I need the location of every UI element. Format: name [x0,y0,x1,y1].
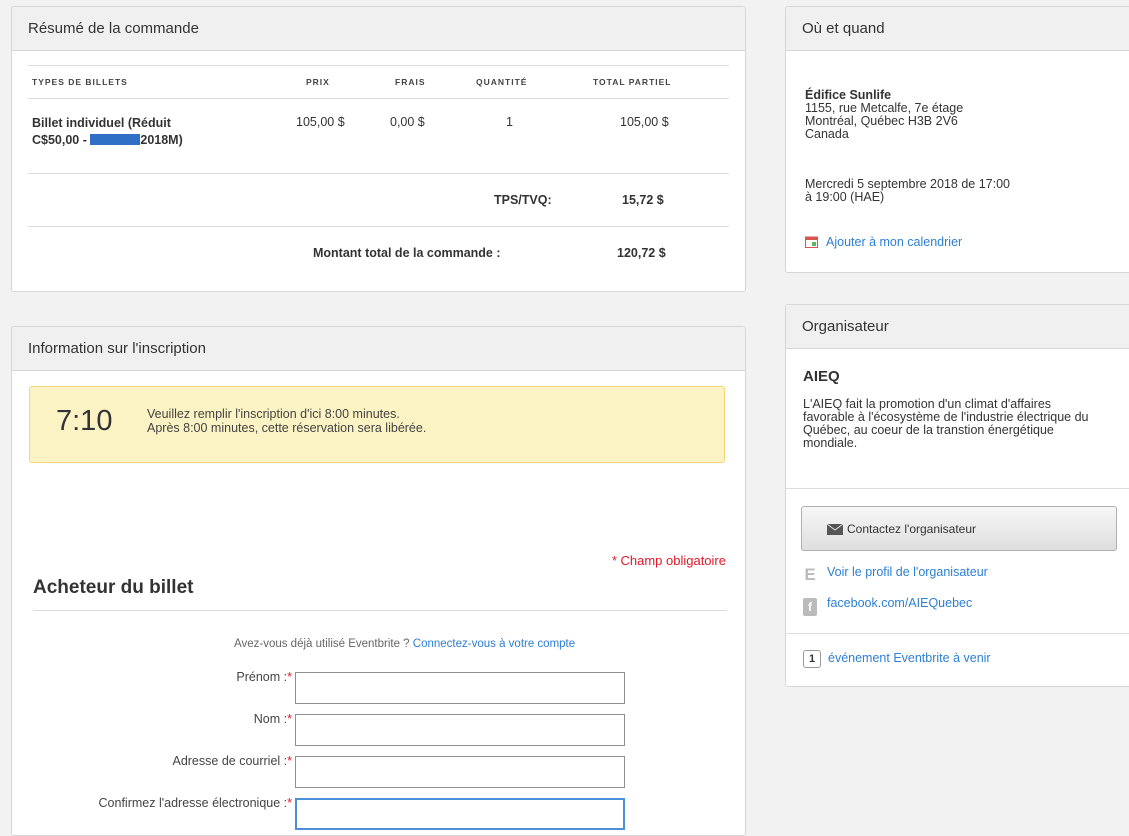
header-price: PRIX [306,77,330,87]
total-value: 120,72 $ [617,246,666,260]
timer-message-line2: Après 8:00 minutes, cette réservation se… [147,421,427,435]
add-to-calendar-link[interactable]: Ajouter à mon calendrier [826,235,962,249]
ticket-name-line2-post: 2018M) [140,133,183,147]
organizer-profile[interactable]: E Voir le profil de l'organisateur [803,565,988,584]
where-when-title: Où et quand [786,7,1129,51]
ticket-price: 105,00 $ [296,115,345,129]
buyer-section-title: Acheteur du billet [33,577,194,598]
ticket-fees: 0,00 $ [390,115,425,129]
total-row: Montant total de la commande : 120,72 $ [28,227,729,279]
tax-label: TPS/TVQ: [494,193,552,207]
timer-banner: 7:10 Veuillez remplir l'inscription d'ic… [29,386,725,463]
ticket-name-line1: Billet individuel (Réduit [32,116,171,130]
upcoming-events-link[interactable]: événement Eventbrite à venir [828,651,991,665]
organizer-facebook[interactable]: f facebook.com/AIEQuebec [803,596,972,616]
ticket-name-line2-pre: C$50,00 - [32,133,91,147]
ticket-quantity: 1 [506,115,513,129]
confirm-email-input[interactable] [295,798,625,830]
organizer-name: AIEQ [803,368,840,385]
eventbrite-icon: E [804,565,816,584]
login-prompt: Avez-vous déjà utilisé Eventbrite ? Conn… [234,638,575,650]
event-date: Mercredi 5 septembre 2018 de 17:00 à 19:… [805,177,1010,204]
organizer-title: Organisateur [786,305,1129,349]
events-count-badge: 1 [803,650,821,668]
contact-organizer-button[interactable]: Contactez l'organisateur [801,506,1117,551]
email-label-text: Adresse de courriel : [172,754,288,768]
first-name-label: Prénom :* [12,670,292,684]
venue-address: Édifice Sunlife 1155, rue Metcalfe, 7e é… [805,89,963,141]
envelope-icon [827,524,843,535]
registration-panel: Information sur l'inscription 7:10 Veuil… [11,326,746,836]
organizer-description: L'AIEQ fait la promotion d'un climat d'a… [803,397,1089,450]
calendar-icon [805,235,818,248]
tax-value: 15,72 $ [622,193,664,207]
login-prompt-text: Avez-vous déjà utilisé Eventbrite ? [234,638,410,650]
contact-organizer-label: Contactez l'organisateur [847,521,977,536]
last-name-input[interactable] [295,714,625,746]
ticket-subtotal: 105,00 $ [620,115,669,129]
confirm-email-label-text: Confirmez l'adresse électronique : [98,796,288,810]
organizer-panel: Organisateur AIEQ L'AIEQ fait la promoti… [785,304,1129,687]
total-label: Montant total de la commande : [313,246,501,260]
registration-title: Information sur l'inscription [12,327,745,371]
organizer-profile-link[interactable]: Voir le profil de l'organisateur [827,565,988,579]
divider [786,633,1129,634]
countdown-timer: 7:10 [56,405,113,437]
required-star: * [287,712,292,726]
header-quantity: QUANTITÉ [476,77,528,87]
confirm-email-label: Confirmez l'adresse électronique :* [12,796,292,810]
timer-message: Veuillez remplir l'inscription d'ici 8:0… [147,407,426,435]
header-fees: FRAIS [395,77,426,87]
required-star: * [287,670,292,684]
table-row: Billet individuel (Réduit C$50,00 - 2018… [28,99,729,174]
where-when-panel: Où et quand Édifice Sunlife 1155, rue Me… [785,6,1129,273]
email-input[interactable] [295,756,625,788]
last-name-label: Nom :* [12,712,292,726]
login-link[interactable]: Connectez-vous à votre compte [413,638,575,650]
redacted-block [90,134,141,145]
first-name-label-text: Prénom : [236,670,288,684]
divider [33,610,727,611]
header-subtotal: TOTAL PARTIEL [593,77,672,87]
upcoming-events[interactable]: 1 événement Eventbrite à venir [803,650,991,668]
required-star: * [287,796,292,810]
facebook-link[interactable]: facebook.com/AIEQuebec [827,596,972,610]
order-table-header: TYPES DE BILLETS PRIX FRAIS QUANTITÉ TOT… [28,65,729,99]
email-label: Adresse de courriel :* [12,754,292,768]
order-table: TYPES DE BILLETS PRIX FRAIS QUANTITÉ TOT… [28,65,729,279]
header-ticket-type: TYPES DE BILLETS [32,77,128,87]
facebook-icon: f [803,598,817,616]
required-star: * [287,754,292,768]
first-name-input[interactable] [295,672,625,704]
add-to-calendar[interactable]: Ajouter à mon calendrier [805,235,962,249]
timer-message-line1: Veuillez remplir l'inscription d'ici 8:0… [147,407,400,421]
tax-row: TPS/TVQ: 15,72 $ [28,174,729,227]
required-field-note: * Champ obligatoire [611,553,726,568]
order-summary-title: Résumé de la commande [12,7,745,51]
venue-country: Canada [805,127,849,141]
divider [786,488,1129,489]
last-name-label-text: Nom : [253,712,288,726]
order-summary-panel: Résumé de la commande TYPES DE BILLETS P… [11,6,746,292]
ticket-name: Billet individuel (Réduit C$50,00 - 2018… [32,115,183,149]
